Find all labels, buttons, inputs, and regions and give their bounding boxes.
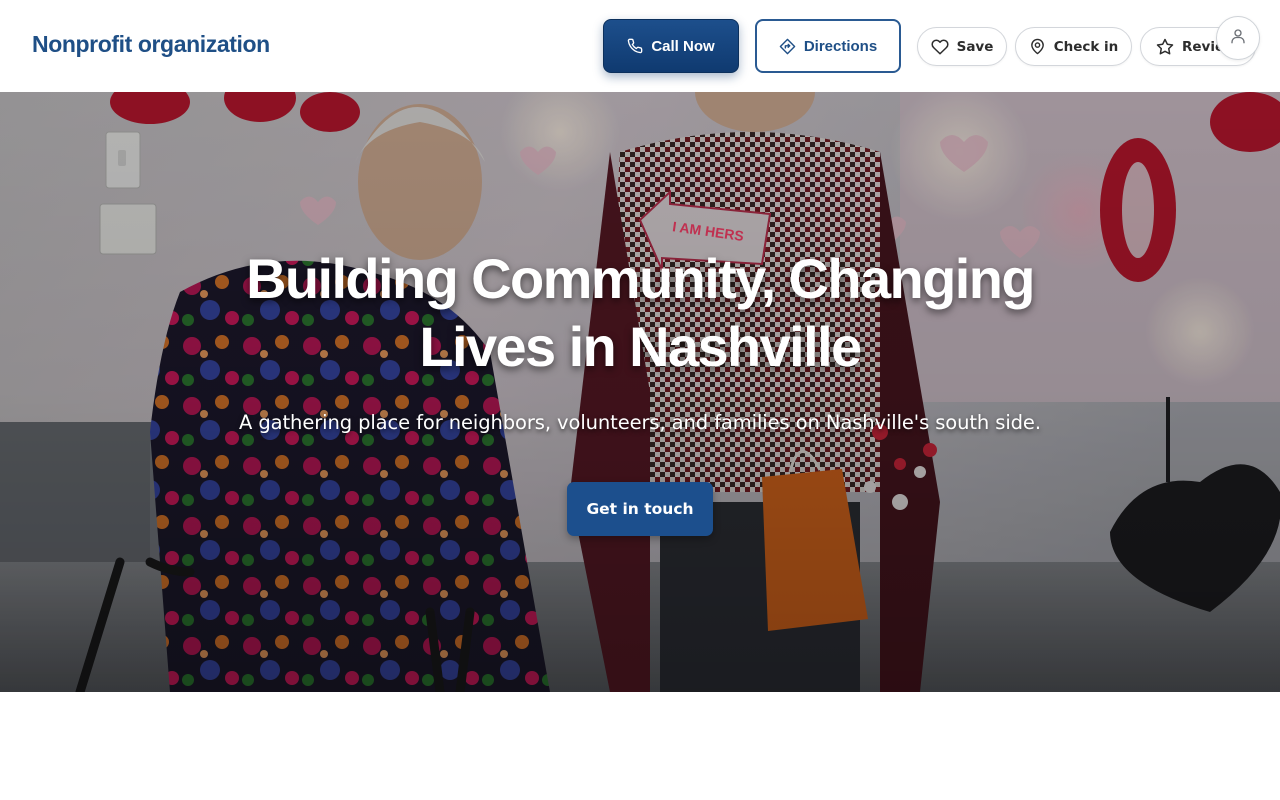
hero-section: I AM HERS Building Community, Changing L… xyxy=(0,92,1280,692)
hero-title: Building Community, Changing Lives in Na… xyxy=(140,245,1140,381)
directions-icon xyxy=(779,38,796,55)
map-pin-icon xyxy=(1029,38,1046,55)
heart-icon xyxy=(931,38,949,56)
user-account-button[interactable] xyxy=(1216,16,1260,60)
get-in-touch-button[interactable]: Get in touch xyxy=(567,482,713,536)
hero-subtitle: A gathering place for neighbors, volunte… xyxy=(239,411,1041,434)
check-in-button[interactable]: Check in xyxy=(1015,27,1132,66)
call-now-label: Call Now xyxy=(651,37,715,55)
user-icon xyxy=(1229,27,1247,50)
save-button[interactable]: Save xyxy=(917,27,1007,66)
call-now-button[interactable]: Call Now xyxy=(603,19,739,73)
check-in-label: Check in xyxy=(1053,38,1119,55)
phone-icon xyxy=(627,38,643,54)
directions-button[interactable]: Directions xyxy=(755,19,901,73)
site-header: Nonprofit organization Call Now Directio… xyxy=(0,0,1280,92)
hero-title-line-2: Lives in Nashville xyxy=(419,315,862,378)
save-label: Save xyxy=(956,38,994,55)
hero-title-line-1: Building Community, Changing xyxy=(246,247,1035,310)
directions-label: Directions xyxy=(803,37,878,55)
star-icon xyxy=(1156,38,1174,56)
brand-name[interactable]: Nonprofit organization xyxy=(32,31,270,58)
hero-content: Building Community, Changing Lives in Na… xyxy=(0,92,1280,692)
